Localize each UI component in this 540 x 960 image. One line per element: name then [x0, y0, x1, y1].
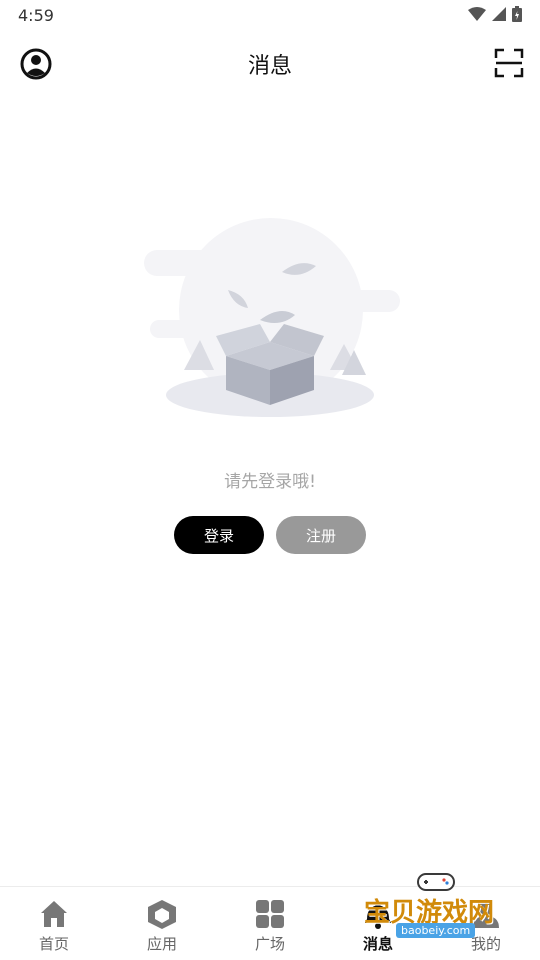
nav-label-home: 首页	[38, 935, 69, 953]
status-icons	[468, 6, 522, 22]
gamepad-icon	[417, 873, 455, 891]
nav-label-square: 广场	[254, 935, 285, 953]
home-icon	[41, 901, 67, 927]
nav-item-apps[interactable]: 应用	[108, 897, 216, 957]
register-button[interactable]: 注册	[276, 516, 366, 554]
nav-item-home[interactable]: 首页	[0, 897, 108, 957]
battery-icon	[512, 6, 522, 22]
page-title: 消息	[247, 54, 292, 79]
login-button[interactable]: 登录	[174, 516, 264, 554]
top-bar: 消息	[0, 36, 540, 92]
watermark-logo: 宝贝游戏网 baobeiy.com	[360, 868, 520, 948]
cube-icon	[148, 900, 176, 929]
nav-label-apps: 应用	[146, 935, 177, 953]
wifi-icon	[468, 7, 486, 21]
grid-icon	[256, 900, 284, 928]
nav-item-square[interactable]: 广场	[216, 897, 324, 957]
watermark-url: baobeiy.com	[396, 923, 476, 938]
status-bar: 4:59	[0, 0, 540, 32]
login-prompt-text: 请先登录哦!	[224, 472, 316, 492]
signal-icon	[492, 7, 506, 21]
scan-icon[interactable]	[494, 48, 524, 78]
status-time: 4:59	[18, 6, 54, 25]
empty-box-illustration	[144, 218, 400, 417]
